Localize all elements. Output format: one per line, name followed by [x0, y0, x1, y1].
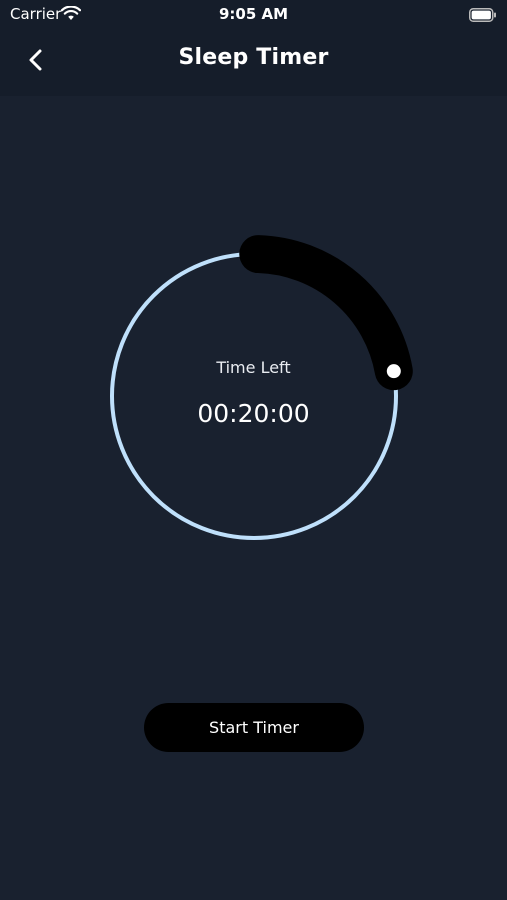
- clock-time: 9:05 AM: [218, 5, 289, 23]
- time-left-value: 00:20:00: [197, 399, 310, 428]
- battery-icon: [469, 7, 497, 26]
- time-left-label: Time Left: [216, 358, 291, 377]
- timer-progress-arc[interactable]: [239, 235, 413, 391]
- nav-bar: Sleep Timer: [0, 30, 507, 96]
- timer-dial[interactable]: [100, 230, 420, 550]
- status-bar: Carrier 9:05 AM: [0, 0, 507, 30]
- page-title: Sleep Timer: [178, 45, 329, 70]
- start-timer-button[interactable]: Start Timer: [144, 703, 364, 752]
